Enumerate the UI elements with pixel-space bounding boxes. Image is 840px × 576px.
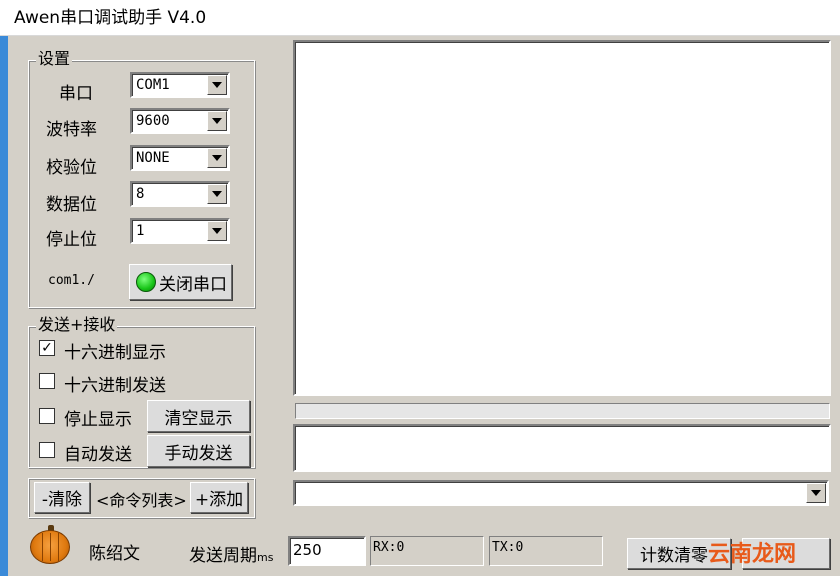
databits-select[interactable]: 8 xyxy=(130,181,230,207)
baud-dropdown-button[interactable] xyxy=(207,111,227,131)
baud-label: 波特率 xyxy=(46,120,97,140)
send-period-text: 发送周期 xyxy=(189,546,257,566)
horizontal-scrollbar[interactable] xyxy=(295,403,830,419)
port-status-led-icon xyxy=(136,272,156,292)
send-period-input[interactable]: 250 xyxy=(288,536,366,566)
databits-label: 数据位 xyxy=(46,195,97,215)
port-status-text: com1./ xyxy=(48,273,95,288)
hex-send-checkbox[interactable] xyxy=(39,373,55,389)
port-label: 串口 xyxy=(59,84,93,104)
sendrecv-group-title: 发送+接收 xyxy=(36,315,118,334)
close-port-button[interactable]: 关闭串口 xyxy=(129,264,232,300)
site-watermark: 云南龙网 xyxy=(708,542,797,567)
chevron-down-icon xyxy=(212,228,222,234)
stop-display-checkbox[interactable] xyxy=(39,408,55,424)
send-period-value: 250 xyxy=(293,541,322,559)
tx-counter-text: TX:0 xyxy=(492,540,524,555)
parity-dropdown-button[interactable] xyxy=(207,148,227,168)
stopbits-label: 停止位 xyxy=(46,230,97,250)
pumpkin-body xyxy=(30,530,70,564)
parity-value: NONE xyxy=(136,150,170,166)
command-history-dropdown-button[interactable] xyxy=(806,483,826,503)
command-history-select[interactable] xyxy=(293,480,829,506)
clear-display-button[interactable]: 清空显示 xyxy=(147,400,250,432)
port-select[interactable]: COM1 xyxy=(130,72,230,98)
stopbits-value: 1 xyxy=(136,223,145,239)
pumpkin-logo-icon xyxy=(30,525,72,565)
auto-send-label: 自动发送 xyxy=(64,445,132,465)
baud-select[interactable]: 9600 xyxy=(130,108,230,134)
chevron-down-icon xyxy=(811,490,821,496)
chevron-down-icon xyxy=(212,118,222,124)
stopbits-dropdown-button[interactable] xyxy=(207,221,227,241)
chevron-down-icon xyxy=(212,155,222,161)
databits-value: 8 xyxy=(136,186,145,202)
close-port-label: 关闭串口 xyxy=(159,274,227,295)
chevron-down-icon xyxy=(212,191,222,197)
command-list-label: <命令列表> xyxy=(96,491,187,510)
window-title: Awen串口调试助手 V4.0 xyxy=(14,8,207,28)
baud-value: 9600 xyxy=(136,113,170,129)
databits-dropdown-button[interactable] xyxy=(207,184,227,204)
hex-send-label: 十六进制发送 xyxy=(64,376,166,396)
parity-select[interactable]: NONE xyxy=(130,145,230,171)
chevron-down-icon xyxy=(212,82,222,88)
auto-send-checkbox[interactable] xyxy=(39,442,55,458)
manual-send-button[interactable]: 手动发送 xyxy=(147,435,250,467)
settings-group-title: 设置 xyxy=(36,49,73,68)
tx-counter: TX:0 xyxy=(489,536,603,566)
rx-counter-text: RX:0 xyxy=(373,540,405,555)
send-input[interactable] xyxy=(293,424,831,472)
stopbits-select[interactable]: 1 xyxy=(130,218,230,244)
hex-display-label: 十六进制显示 xyxy=(64,343,166,363)
author-name: 陈绍文 xyxy=(89,544,140,564)
window-frame xyxy=(0,36,8,576)
hex-display-checkbox[interactable]: ✓ xyxy=(39,340,55,356)
port-dropdown-button[interactable] xyxy=(207,75,227,95)
parity-label: 校验位 xyxy=(46,158,97,178)
send-period-unit: ms xyxy=(257,551,274,564)
port-value: COM1 xyxy=(136,77,170,93)
stop-display-label: 停止显示 xyxy=(64,410,132,430)
send-period-label: 发送周期ms xyxy=(189,541,273,566)
receive-area[interactable] xyxy=(293,40,831,396)
title-bar: Awen串口调试助手 V4.0 xyxy=(0,0,840,36)
rx-counter: RX:0 xyxy=(370,536,484,566)
add-command-button[interactable]: +添加 xyxy=(190,482,248,513)
clear-command-button[interactable]: -清除 xyxy=(34,482,90,513)
